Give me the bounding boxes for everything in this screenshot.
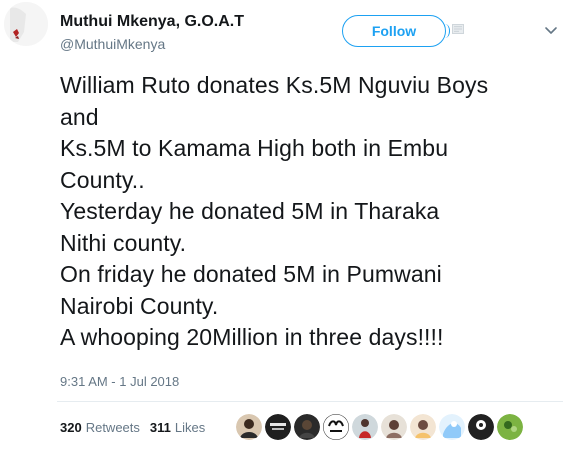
card-icon: [452, 24, 464, 34]
tweet-line: Yesterday he donated 5M in Tharaka: [60, 198, 440, 224]
follow-button[interactable]: Follow: [342, 15, 450, 47]
tweet-card: Muthui Mkenya, G.O.A.T @MuthuiMkenya Fol…: [0, 0, 577, 455]
author-screen-name[interactable]: @MuthuiMkenya: [60, 36, 165, 52]
liker-avatar-icon[interactable]: [439, 414, 465, 440]
divider: [57, 401, 563, 402]
tweet-stats: 320 Retweets 311 Likes: [60, 412, 215, 442]
chevron-down-icon[interactable]: [543, 24, 559, 38]
retweets-label: Retweets: [85, 419, 140, 435]
tweet-text: William Ruto donates Ks.5M Nguviu Boys a…: [60, 70, 560, 354]
likes-count: 311: [149, 419, 171, 435]
tweet-line: County..: [60, 166, 145, 193]
retweets-stat[interactable]: 320 Retweets: [60, 420, 140, 435]
liker-avatar-icon[interactable]: [497, 414, 523, 440]
liker-avatar-icon[interactable]: [468, 414, 494, 440]
tweet-line: A whooping 20Million in three days!!!!: [60, 324, 444, 350]
tweet-line: Nithi county.: [60, 229, 187, 256]
liker-avatar-icon[interactable]: [352, 414, 378, 440]
liker-avatar-icon[interactable]: [323, 414, 349, 440]
tweet-line: William Ruto donates Ks.5M Nguviu Boys: [60, 72, 489, 98]
liker-avatar-icon[interactable]: [265, 414, 291, 440]
tweet-line: and: [60, 103, 99, 130]
author-avatar[interactable]: [4, 2, 48, 46]
tweet-line: Nairobi County.: [60, 292, 219, 319]
liker-avatar-icon[interactable]: [381, 414, 407, 440]
retweets-count: 320: [60, 419, 82, 435]
liker-avatar-icon[interactable]: [236, 414, 262, 440]
default-avatar-icon: [4, 2, 48, 46]
likers-avatars: [236, 412, 526, 442]
likes-stat[interactable]: 311 Likes: [150, 420, 205, 435]
tweet-line: Ks.5M to Kamama High both in Embu: [60, 135, 449, 161]
liker-avatar-icon[interactable]: [410, 414, 436, 440]
liker-avatar-icon[interactable]: [294, 414, 320, 440]
tweet-timestamp[interactable]: 9:31 AM - 1 Jul 2018: [60, 374, 179, 389]
likes-label: Likes: [174, 419, 206, 435]
tweet-line: On friday he donated 5M in Pumwani: [60, 261, 442, 287]
author-display-name[interactable]: Muthui Mkenya, G.O.A.T: [60, 13, 244, 31]
